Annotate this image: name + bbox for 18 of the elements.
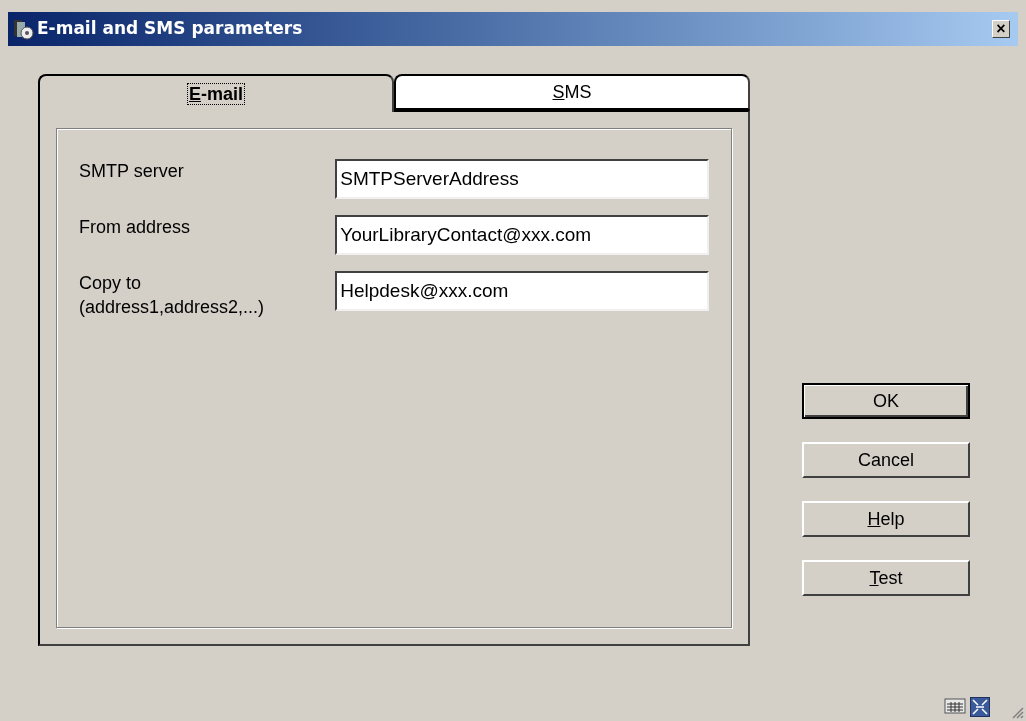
text-field[interactable]: YourLibraryContact@xxx.com [335,215,709,255]
text-field[interactable]: SMTPServerAddress [335,159,709,199]
tab[interactable]: E-mail [38,74,394,112]
field-label: From address [79,216,192,239]
app-icon [12,18,34,40]
dialog-button[interactable]: Help [802,501,970,537]
keyboard-icon[interactable] [944,697,966,715]
window-title: E-mail and SMS parameters [37,17,303,41]
field-label: Copy to (address1,address2,...) [79,272,266,319]
tab[interactable]: SMS [394,74,750,110]
field-label: SMTP server [79,160,185,183]
dialog-button[interactable]: OK [802,383,970,419]
resize-grip-icon[interactable] [1010,705,1024,719]
expand-icon[interactable] [970,697,990,717]
text-field[interactable]: Helpdesk@xxx.com [335,271,709,311]
dialog-button[interactable]: Test [802,560,970,596]
dialog-button[interactable]: Cancel [802,442,970,478]
close-button[interactable]: × [992,20,1010,38]
